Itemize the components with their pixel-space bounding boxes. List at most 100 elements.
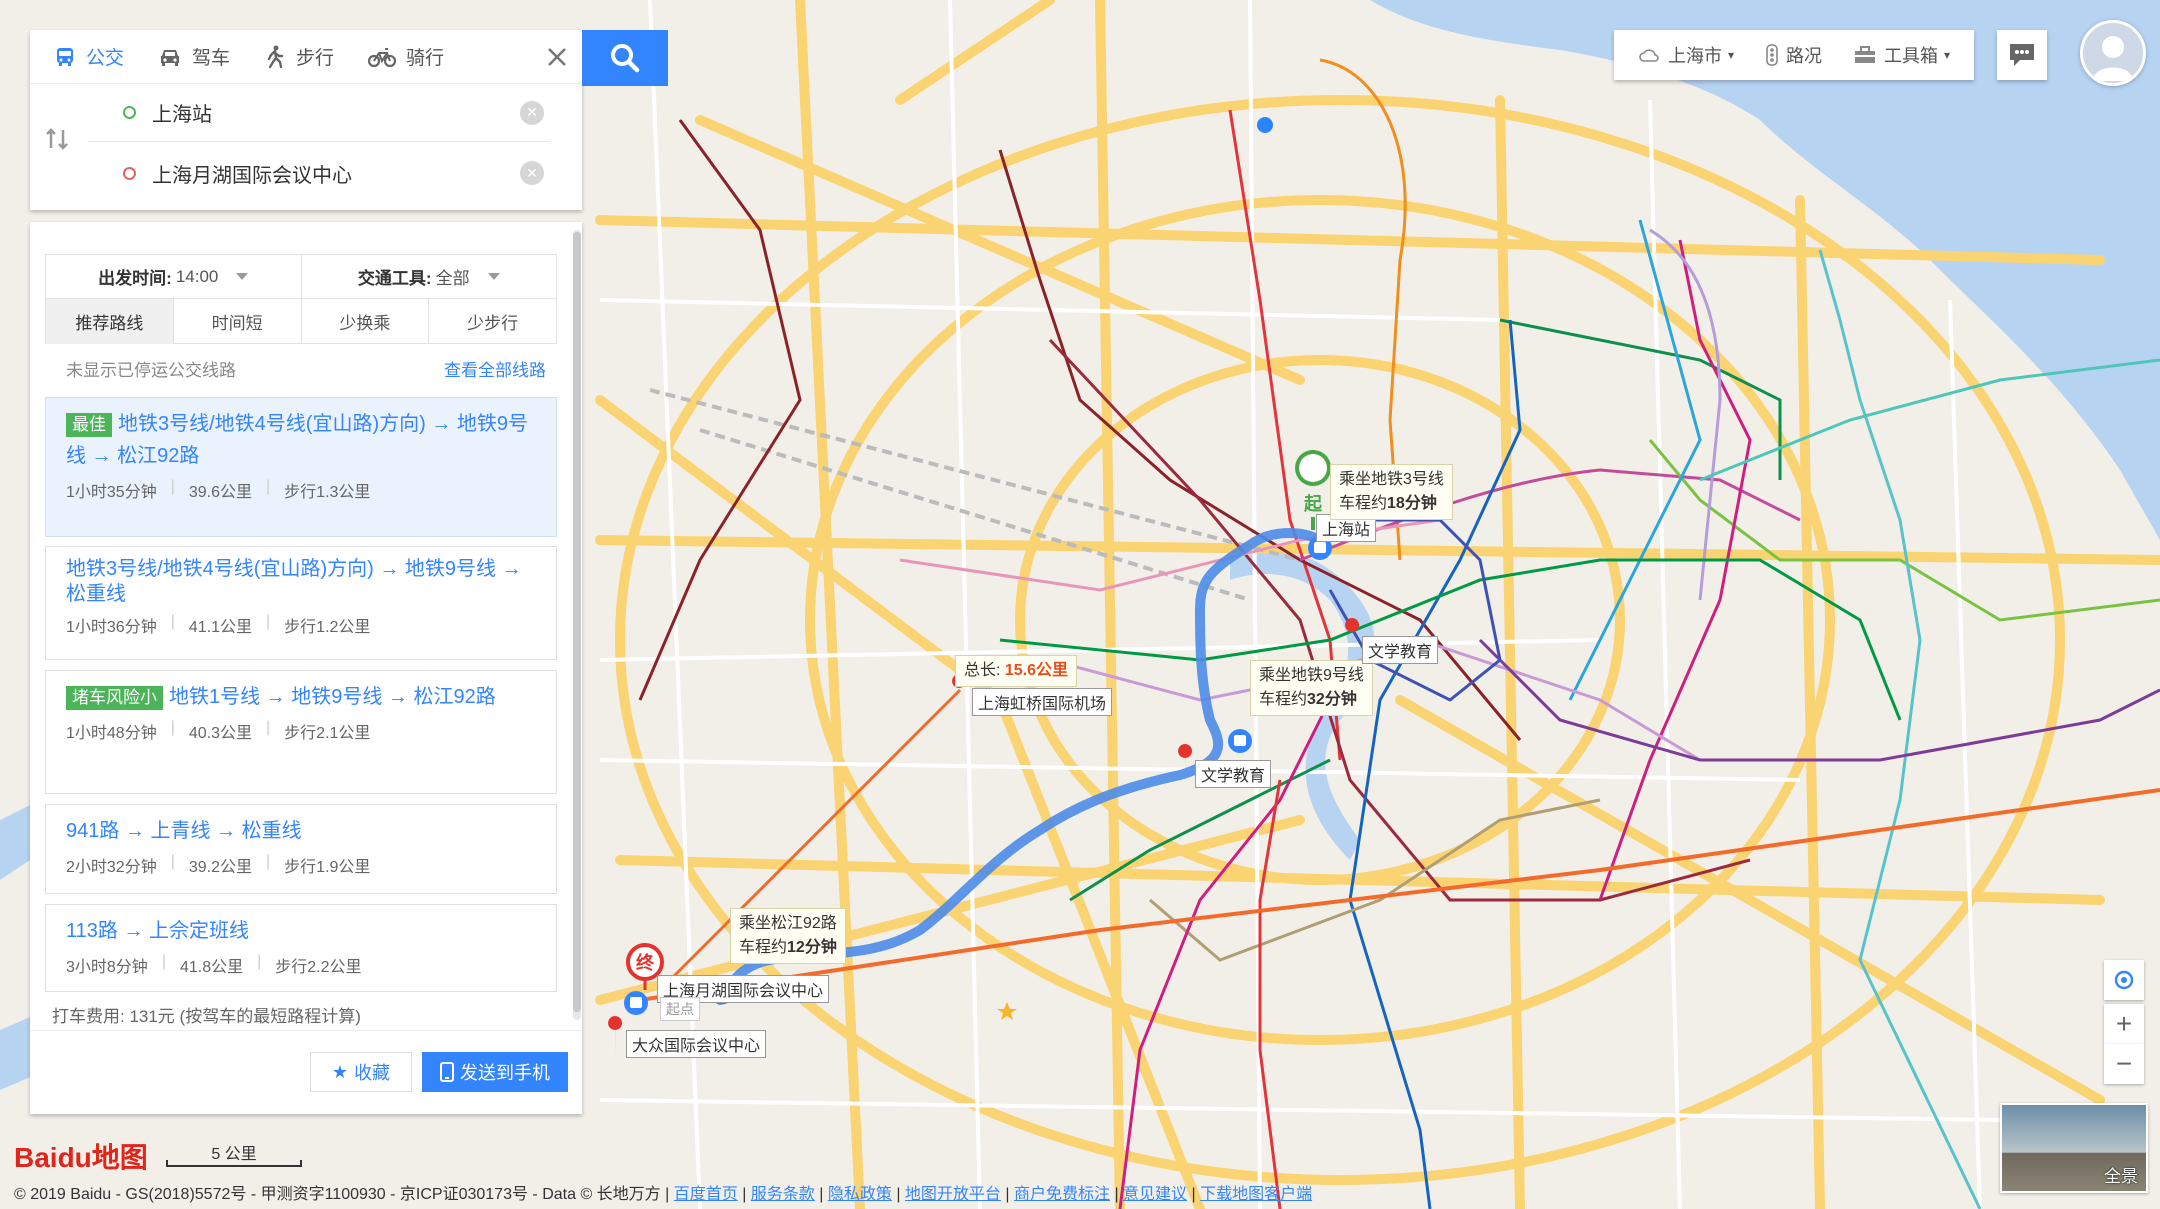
route-tag-best: 最佳: [66, 413, 112, 437]
tip-line: 车程约12分钟: [739, 936, 837, 960]
route-title-text: 113路 → 上佘定班线: [66, 920, 249, 942]
tab-label: 驾车: [192, 48, 231, 69]
route-meta: 1小时36分钟 | 41.1公里 | 步行1.2公里: [66, 613, 371, 636]
link-merchant[interactable]: 商户免费标注: [1014, 1186, 1110, 1203]
tab-bike[interactable]: 骑行: [358, 30, 454, 84]
favorite-label: 收藏: [354, 1063, 391, 1083]
locate-icon: [2114, 970, 2134, 990]
city-select[interactable]: 上海市 ▾: [1622, 30, 1750, 80]
route-duration: 1小时48分钟: [66, 725, 157, 742]
sort-shortest-time[interactable]: 时间短: [174, 299, 302, 344]
route-distance: 39.6公里: [188, 484, 253, 501]
route-walk: 步行1.2公里: [284, 619, 371, 636]
current-location-dot: [1257, 117, 1273, 133]
link-terms[interactable]: 服务条款: [751, 1186, 815, 1203]
traffic-toggle[interactable]: 路况: [1750, 30, 1838, 80]
zoom-in-button[interactable]: +: [2104, 1004, 2144, 1044]
tab-walk[interactable]: 步行: [254, 30, 344, 84]
zoom-out-button[interactable]: −: [2104, 1044, 2144, 1084]
destination-input[interactable]: [152, 161, 492, 185]
tip-prefix: 车程约: [1259, 691, 1308, 708]
tip-line: 车程约32分钟: [1259, 688, 1364, 712]
route-title-text: 941路 → 上青线 → 松重线: [66, 820, 302, 842]
route-tag-low-congestion: 堵车风险小: [66, 686, 163, 710]
baidu-logo: Baidu地图: [14, 1136, 148, 1176]
search-icon: [611, 44, 640, 73]
send-to-phone-button[interactable]: 发送到手机: [422, 1052, 568, 1092]
logo-text: Baidu地图: [14, 1142, 148, 1173]
link-privacy[interactable]: 隐私政策: [828, 1186, 892, 1203]
route-option-5[interactable]: 113路 → 上佘定班线 3小时8分钟 | 41.8公里 | 步行2.2公里: [45, 904, 557, 992]
chevron-down-icon: [236, 273, 249, 280]
route-option-1[interactable]: 最佳 地铁3号线/地铁4号线(宜山路)方向) → 地铁9号线 → 松江92路 1小…: [45, 397, 557, 537]
sort-recommended[interactable]: 推荐路线: [46, 299, 174, 344]
link-feedback[interactable]: 意见建议: [1123, 1186, 1187, 1203]
tip-prefix: 车程约: [1339, 495, 1388, 512]
toolbox-menu[interactable]: 工具箱 ▾: [1838, 30, 1966, 80]
route-duration: 1小时36分钟: [66, 619, 157, 636]
destination-dot-icon: [123, 166, 136, 180]
tip-prefix: 车程约: [739, 939, 788, 956]
route-option-2[interactable]: 地铁3号线/地铁4号线(宜山路)方向) → 地铁9号线 → 松重线 1小时36分…: [45, 546, 557, 660]
link-download-client[interactable]: 下载地图客户端: [1200, 1186, 1312, 1203]
tip-time: 12分钟: [787, 939, 837, 956]
link-baidu-home[interactable]: 百度首页: [674, 1186, 738, 1203]
map-label-edu-2: 文学教育: [1195, 760, 1272, 788]
tip-line: 乘坐地铁3号线: [1339, 471, 1444, 488]
origin-row: ✕: [88, 84, 550, 142]
tab-label: 公交: [86, 48, 125, 69]
tab-drive[interactable]: 驾车: [148, 30, 240, 84]
map-toolbar: 上海市 ▾ 路况 工具箱 ▾: [1614, 30, 1975, 80]
tip-line: 乘坐地铁9号线: [1259, 667, 1364, 684]
route-duration: 2小时32分钟: [66, 859, 157, 876]
svg-text:起: 起: [1303, 493, 1323, 514]
route-option-4[interactable]: 941路 → 上青线 → 松重线 2小时32分钟 | 39.2公里 | 步行1.9公里: [45, 804, 557, 894]
scrollbar-thumb[interactable]: [573, 232, 581, 1012]
route-title-text: 地铁1号线 → 地铁9号线 → 松江92路: [169, 686, 496, 708]
clear-origin-icon[interactable]: ✕: [520, 100, 544, 125]
search-button[interactable]: [582, 30, 668, 86]
chevron-down-icon: [487, 273, 500, 280]
copyright-footer: © 2019 Baidu - GS(2018)5572号 - 甲测资字11009…: [14, 1186, 1313, 1203]
tab-transit[interactable]: 公交: [44, 30, 134, 84]
taxi-fare: 打车费用: 131元 (按驾车的最短路程计算): [52, 1007, 361, 1026]
clear-destination-icon[interactable]: ✕: [520, 161, 544, 185]
route-meta: 1小时48分钟 | 40.3公里 | 步行2.1公里: [66, 719, 371, 742]
route-title-text: 地铁3号线/地铁4号线(宜山路)方向) → 地铁9号线 → 松江92路: [66, 413, 529, 467]
message-button[interactable]: [1997, 30, 2047, 80]
car-icon: [161, 49, 180, 66]
route-title: 地铁3号线/地铁4号线(宜山路)方向) → 地铁9号线 → 松重线: [66, 557, 536, 607]
route-option-3[interactable]: 堵车风险小 地铁1号线 → 地铁9号线 → 松江92路 1小时48分钟 | 40.3公…: [45, 670, 557, 794]
chevron-down-icon: ▾: [1944, 48, 1951, 62]
link-open-platform[interactable]: 地图开放平台: [905, 1186, 1001, 1203]
route-results-panel: 出发时间: 14:00 交通工具: 全部 推荐路线 时间短 少换乘 少步行 未显示已…: [30, 222, 582, 1114]
favorite-button[interactable]: ★ 收藏: [310, 1052, 412, 1092]
route-distance: 39.2公里: [188, 859, 253, 876]
transport-mode-select[interactable]: 交通工具: 全部: [302, 255, 557, 298]
sort-less-walking[interactable]: 少步行: [429, 299, 556, 344]
chevron-down-icon: ▾: [1728, 48, 1735, 62]
user-avatar[interactable]: [2080, 20, 2146, 86]
send-label: 发送到手机: [460, 1063, 550, 1083]
tip-time: 32分钟: [1307, 691, 1357, 708]
chat-icon: [2010, 44, 2034, 66]
locate-button[interactable]: [2104, 960, 2144, 1000]
toolbox-label: 工具箱: [1884, 46, 1939, 66]
panorama-thumbnail[interactable]: 全景: [2000, 1103, 2148, 1193]
tip-time: 18分钟: [1387, 495, 1437, 512]
tip-line: 乘坐松江92路: [739, 915, 837, 932]
traffic-label: 路况: [1786, 46, 1823, 66]
route-walk: 步行1.9公里: [284, 859, 371, 876]
view-all-lines-link[interactable]: 查看全部线路: [444, 356, 546, 381]
stopped-lines-notice: 未显示已停运公交线路: [66, 361, 236, 380]
depart-value: 14:00: [175, 266, 219, 286]
sort-fewer-transfers[interactable]: 少换乘: [302, 299, 430, 344]
swap-icon[interactable]: [44, 126, 70, 152]
close-icon[interactable]: [542, 42, 572, 72]
destination-row: ✕: [88, 144, 550, 202]
route-distance: 41.8公里: [179, 959, 244, 976]
route-options: 出发时间: 14:00 交通工具: 全部 推荐路线 时间短 少换乘 少步行: [45, 254, 557, 344]
origin-input[interactable]: [152, 101, 492, 124]
depart-time-select[interactable]: 出发时间: 14:00: [46, 255, 302, 298]
route-tip-2: 乘坐地铁9号线 车程约32分钟: [1250, 660, 1373, 716]
